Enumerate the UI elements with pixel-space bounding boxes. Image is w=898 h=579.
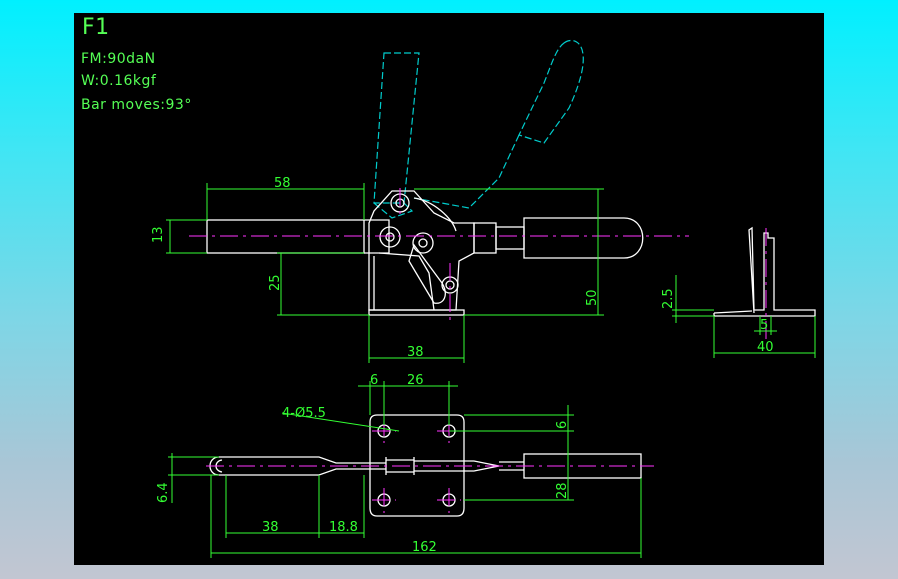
dim-18-8: 18.8 [329, 520, 358, 535]
dim-38-top: 38 [262, 520, 279, 535]
cad-drawing-canvas: F1 FM:90daN W:0.16kgf Bar moves:93° 58 1… [74, 13, 824, 565]
dim-6-top: 6 [370, 373, 378, 388]
dim-28: 28 [555, 482, 570, 499]
dim-2-5: 2.5 [661, 288, 676, 309]
plunger-tip [473, 217, 644, 259]
clamp-body [368, 190, 475, 316]
dim-26: 26 [407, 373, 424, 388]
drawing-svg: 58 13 25 50 38 2.5 5 40 6 26 4-Ø5.5 6 6.… [151, 39, 816, 558]
dim-25: 25 [268, 274, 283, 291]
dim-162: 162 [412, 540, 437, 555]
dim-13: 13 [151, 226, 166, 243]
side-dimensions [166, 183, 604, 363]
dim-40: 40 [757, 340, 774, 355]
dim-6-4: 6.4 [156, 482, 171, 503]
dim-38-side: 38 [407, 345, 424, 360]
side-view: 58 13 25 50 38 [151, 39, 689, 363]
end-view: 2.5 5 40 [661, 226, 816, 358]
dim-5: 5 [760, 318, 768, 333]
top-view: 6 26 4-Ø5.5 6 6.4 28 38 18.8 162 [156, 373, 654, 558]
dim-58: 58 [274, 176, 291, 191]
dim-50: 50 [585, 289, 600, 306]
dim-holes: 4-Ø5.5 [282, 406, 326, 421]
dim-6-side: 6 [555, 421, 570, 429]
